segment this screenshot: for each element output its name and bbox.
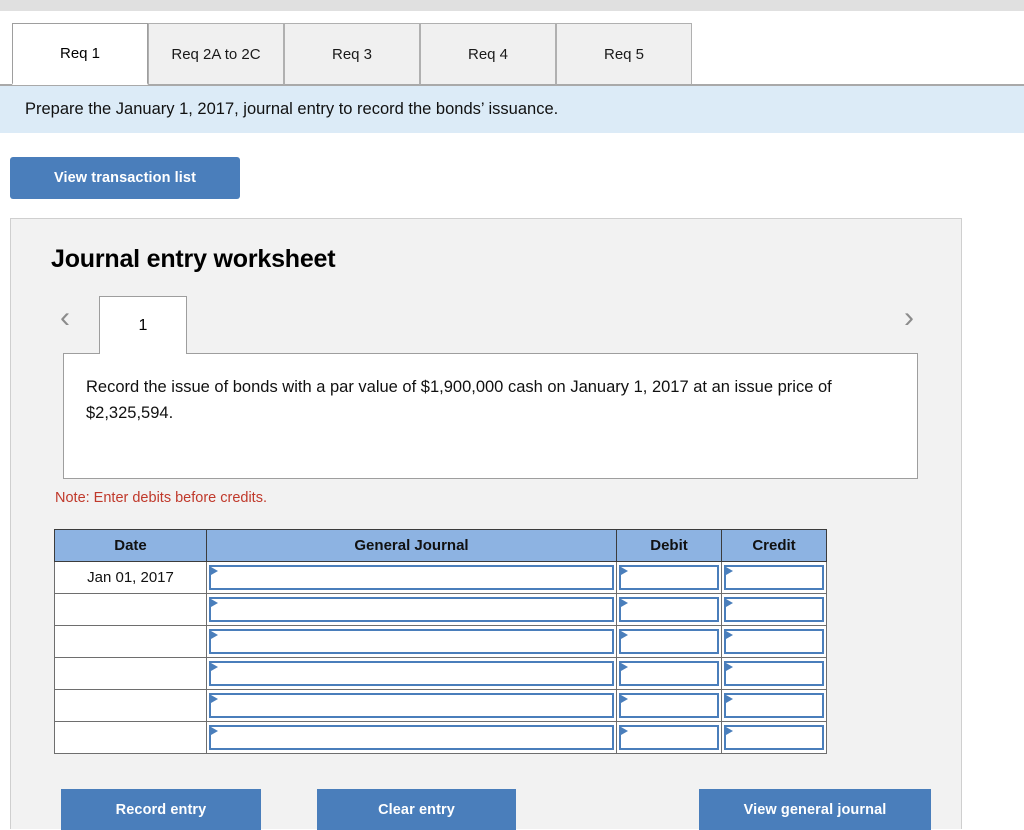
tab-req-1[interactable]: Req 1 (12, 23, 148, 85)
table-row (54, 625, 827, 658)
cell-date-2[interactable] (54, 593, 207, 626)
cell-debit-1[interactable] (616, 561, 722, 594)
journal-entry-worksheet-panel: Journal entry worksheet ‹ › 1 Record the… (10, 218, 962, 830)
transaction-description-box: Record the issue of bonds with a par val… (63, 353, 918, 479)
window-top-strip (0, 0, 1024, 11)
debit-input-5[interactable] (619, 693, 719, 718)
cell-debit-5[interactable] (616, 689, 722, 722)
debit-input-4[interactable] (619, 661, 719, 686)
credit-input-3[interactable] (724, 629, 824, 654)
instruction-text: Prepare the January 1, 2017, journal ent… (25, 100, 559, 118)
chevron-right-icon[interactable]: › (897, 301, 921, 335)
transaction-description-text: Record the issue of bonds with a par val… (86, 378, 832, 422)
column-header-debit: Debit (616, 529, 722, 562)
cell-journal-2[interactable] (206, 593, 617, 626)
tab-req-3-label: Req 3 (331, 45, 373, 63)
column-header-date: Date (54, 529, 207, 562)
table-row (54, 657, 827, 690)
column-header-general-journal: General Journal (206, 529, 617, 562)
credit-input-1[interactable] (724, 565, 824, 590)
cell-date-4[interactable] (54, 657, 207, 690)
cell-debit-3[interactable] (616, 625, 722, 658)
cell-debit-6[interactable] (616, 721, 722, 754)
cell-credit-5[interactable] (721, 689, 827, 722)
cell-credit-4[interactable] (721, 657, 827, 690)
table-row (54, 593, 827, 626)
cell-credit-3[interactable] (721, 625, 827, 658)
tab-req-2a-to-2c-label: Req 2A to 2C (171, 45, 261, 63)
journal-input-2[interactable] (209, 597, 614, 622)
cell-journal-1[interactable] (206, 561, 617, 594)
credit-input-5[interactable] (724, 693, 824, 718)
credit-input-6[interactable] (724, 725, 824, 750)
tab-req-3[interactable]: Req 3 (284, 23, 420, 85)
debit-input-3[interactable] (619, 629, 719, 654)
instruction-banner: Prepare the January 1, 2017, journal ent… (0, 86, 1024, 133)
debit-input-2[interactable] (619, 597, 719, 622)
cell-date-6[interactable] (54, 721, 207, 754)
requirement-tab-bar: Req 1 Req 2A to 2C Req 3 Req 4 Req 5 (0, 11, 1024, 86)
view-general-journal-button[interactable]: View general journal (699, 789, 931, 830)
credit-input-4[interactable] (724, 661, 824, 686)
column-header-credit: Credit (721, 529, 827, 562)
debits-before-credits-note: Note: Enter debits before credits. (55, 490, 267, 506)
cell-journal-6[interactable] (206, 721, 617, 754)
debit-input-6[interactable] (619, 725, 719, 750)
cell-journal-3[interactable] (206, 625, 617, 658)
view-transaction-list-button[interactable]: View transaction list (10, 157, 240, 199)
cell-date-1[interactable]: Jan 01, 2017 (54, 561, 207, 594)
tab-req-2a-to-2c[interactable]: Req 2A to 2C (148, 23, 284, 85)
tab-seam-mask (100, 352, 186, 355)
credit-input-2[interactable] (724, 597, 824, 622)
clear-entry-label: Clear entry (378, 801, 455, 818)
tab-req-4-label: Req 4 (467, 45, 509, 63)
clear-entry-button[interactable]: Clear entry (317, 789, 516, 830)
worksheet-page-tab-1[interactable]: 1 (99, 296, 187, 354)
debit-input-1[interactable] (619, 565, 719, 590)
cell-credit-1[interactable] (721, 561, 827, 594)
cell-journal-5[interactable] (206, 689, 617, 722)
journal-input-3[interactable] (209, 629, 614, 654)
cell-debit-4[interactable] (616, 657, 722, 690)
tab-req-5-label: Req 5 (603, 45, 645, 63)
table-row (54, 689, 827, 722)
cell-credit-6[interactable] (721, 721, 827, 754)
view-transaction-list-label: View transaction list (53, 170, 197, 186)
journal-input-6[interactable] (209, 725, 614, 750)
cell-journal-4[interactable] (206, 657, 617, 690)
page-title: Journal entry worksheet (51, 245, 336, 273)
journal-input-1[interactable] (209, 565, 614, 590)
journal-input-5[interactable] (209, 693, 614, 718)
cell-date-5[interactable] (54, 689, 207, 722)
cell-date-3[interactable] (54, 625, 207, 658)
cell-credit-2[interactable] (721, 593, 827, 626)
record-entry-button[interactable]: Record entry (61, 789, 261, 830)
table-header-row: Date General Journal Debit Credit (54, 529, 827, 562)
record-entry-label: Record entry (115, 801, 207, 818)
tab-req-4[interactable]: Req 4 (420, 23, 556, 85)
table-row (54, 721, 827, 754)
chevron-left-icon[interactable]: ‹ (53, 301, 77, 335)
cell-debit-2[interactable] (616, 593, 722, 626)
tab-req-5[interactable]: Req 5 (556, 23, 692, 85)
worksheet-page-tab-1-label: 1 (138, 316, 148, 334)
view-general-journal-label: View general journal (743, 801, 887, 818)
tab-req-1-label: Req 1 (59, 45, 101, 62)
table-row: Jan 01, 2017 (54, 561, 827, 594)
journal-entry-table: Date General Journal Debit Credit Jan 01… (54, 529, 827, 754)
journal-input-4[interactable] (209, 661, 614, 686)
